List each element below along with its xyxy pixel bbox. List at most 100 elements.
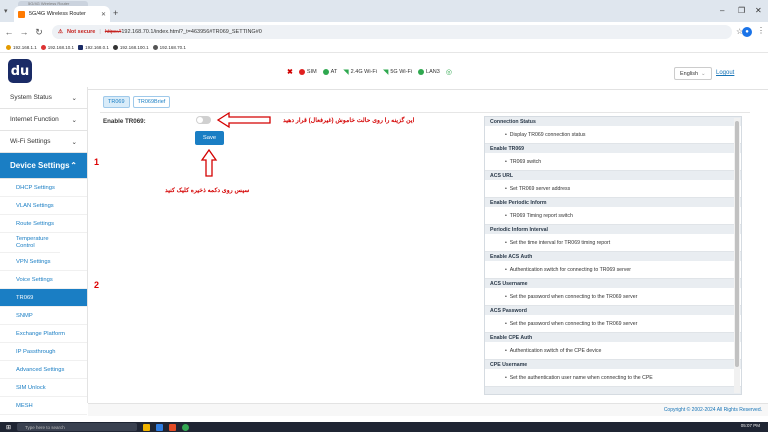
bookmark-icon xyxy=(6,44,11,50)
save-button[interactable]: Save xyxy=(195,131,224,145)
content-divider xyxy=(100,112,750,113)
help-desc: • TR069 Timing report switch xyxy=(485,207,741,225)
bookmark-icon xyxy=(112,44,118,50)
sidebar-item-advanced[interactable]: Advanced Settings xyxy=(0,361,87,379)
forward-icon[interactable]: → xyxy=(18,27,30,37)
help-title: CPE Username xyxy=(490,362,528,368)
app-icon[interactable] xyxy=(169,423,177,431)
tab-search-icon[interactable]: ▾ xyxy=(4,7,8,15)
help-desc: • Set TR069 server address xyxy=(485,180,741,198)
help-title: ACS URL xyxy=(490,173,514,179)
bookmark-item[interactable]: 192.168.1.1 xyxy=(6,44,37,50)
not-secure-warning-icon[interactable]: ⚠ xyxy=(58,29,63,35)
chevron-up-icon: ⌃ xyxy=(70,161,77,170)
annotation-number-1: 1 xyxy=(94,157,100,167)
tab-tr069[interactable]: TR069 xyxy=(103,96,130,108)
bookmark-icon xyxy=(78,44,84,50)
annotation-number-2: 2 xyxy=(94,280,100,290)
bookmark-item[interactable]: 192.168.0.1 xyxy=(78,44,109,50)
windows-taskbar: ⊞ Type here to search 05:07 PM xyxy=(0,422,768,432)
sidebar-item-temperature[interactable]: Temperature Control xyxy=(0,233,60,253)
bookmark-item[interactable]: 192.168.100.1 xyxy=(112,44,149,50)
tab-tr069brief[interactable]: TR069Brief xyxy=(132,96,171,108)
annotation-text-1: این گزینه را روی حالت خاموش (غیرفعال) قر… xyxy=(283,117,415,124)
chrome-icon[interactable] xyxy=(182,423,190,431)
status-lan: LAN3 xyxy=(418,69,440,75)
annotation-arrow-up-icon xyxy=(200,148,218,177)
du-logo: du xyxy=(8,59,32,83)
sidebar-item-tr069[interactable]: TR069 xyxy=(0,289,87,307)
logout-link[interactable]: Logout xyxy=(716,70,734,76)
close-tab-icon[interactable]: ✕ xyxy=(101,11,106,18)
chevron-down-icon: ⌄ xyxy=(71,138,77,146)
help-title: Enable TR069 xyxy=(490,146,525,152)
new-tab-button[interactable]: + xyxy=(113,8,118,18)
help-title: Enable ACS Auth xyxy=(490,254,533,260)
browser-menu-icon[interactable]: ⋮ xyxy=(757,26,765,35)
bookmark-icon xyxy=(40,44,46,50)
help-desc: • Display TR069 connection status xyxy=(485,126,741,144)
help-desc: • Set the time interval for TR069 timing… xyxy=(485,234,741,252)
sim-status-dot-icon xyxy=(298,69,305,75)
help-title: Periodic Inform Interval xyxy=(490,227,548,233)
status-wifi-24: ◥ 2.4G Wi-Fi xyxy=(343,69,377,76)
sidebar-item-ip-passthrough[interactable]: IP Passthrough xyxy=(0,343,87,361)
sidebar: System Status ⌄ Internet Function ⌄ Wi-Fi … xyxy=(0,87,88,415)
security-label[interactable]: Not secure xyxy=(67,29,95,35)
at-status-dot-icon xyxy=(322,69,329,75)
bookmark-item[interactable]: 192.168.10.1 xyxy=(40,44,74,50)
help-scrollbar[interactable] xyxy=(734,118,740,393)
file-explorer-icon[interactable] xyxy=(143,423,151,431)
sidebar-item-exchange-platform[interactable]: Exchange Platform xyxy=(0,325,87,343)
annotation-arrow-left-icon xyxy=(216,111,271,129)
reload-icon[interactable]: ↻ xyxy=(33,27,45,38)
profile-avatar[interactable]: ● xyxy=(742,27,752,37)
restore-icon[interactable]: ❐ xyxy=(738,6,745,15)
sidebar-item-dhcp[interactable]: DHCP Settings xyxy=(0,179,87,197)
sidebar-item-snmp[interactable]: SNMP xyxy=(0,307,87,325)
favicon-icon xyxy=(18,10,25,18)
edge-icon[interactable] xyxy=(156,423,164,431)
url-path: 192.168.70.1/index.html?_t=463956#TR069_… xyxy=(121,29,262,35)
sidebar-item-mesh[interactable]: MESH xyxy=(0,397,87,415)
wifi-icon: ◥ xyxy=(343,69,349,76)
help-desc: • TR069 switch xyxy=(485,153,741,171)
help-title: Enable CPE Auth xyxy=(490,335,533,341)
scrollbar-thumb[interactable] xyxy=(735,121,739,367)
close-window-icon[interactable]: ✕ xyxy=(755,6,762,15)
back-icon[interactable]: ← xyxy=(3,27,15,37)
address-bar[interactable]: ⚠ Not secure | https://192.168.70.1/inde… xyxy=(52,25,732,39)
help-title: Connection Status xyxy=(490,119,536,125)
sidebar-item-vlan[interactable]: VLAN Settings xyxy=(0,197,87,215)
chevron-down-icon: ⌄ xyxy=(701,70,706,77)
taskbar-search[interactable]: Type here to search xyxy=(17,423,138,431)
whatsapp-icon[interactable]: ◎ xyxy=(446,68,452,76)
status-bar: ✖ SIM AT ◥ 2.4G Wi-Fi ◥ 5G Wi-Fi LAN3 ◎ xyxy=(287,68,452,76)
minimize-icon[interactable]: – xyxy=(720,6,724,15)
sidebar-item-sim-unlock[interactable]: SIM Unlock xyxy=(0,379,87,397)
help-desc: • Authentication switch of the CPE devic… xyxy=(485,342,741,360)
enable-tr069-label: Enable TR069: xyxy=(103,118,146,125)
chevron-down-icon: ⌄ xyxy=(71,94,77,102)
sidebar-item-voice[interactable]: Voice Settings xyxy=(0,271,87,289)
language-select[interactable]: English ⌄ xyxy=(674,67,712,80)
sidebar-menu-wifi-settings[interactable]: Wi-Fi Settings ⌄ xyxy=(0,131,87,153)
browser-tab[interactable]: 5G/4G Wireless Router ✕ xyxy=(14,6,110,22)
help-title: ACS Password xyxy=(490,308,527,314)
status-at: AT xyxy=(322,69,337,75)
wifi-icon: ◥ xyxy=(382,69,389,76)
sidebar-item-route[interactable]: Route Settings xyxy=(0,215,87,233)
help-title: ACS Username xyxy=(490,281,528,287)
sidebar-menu-device-settings[interactable]: Device Settings ⌃ xyxy=(0,153,87,179)
lan-status-dot-icon xyxy=(418,69,425,75)
windows-start-icon[interactable]: ⊞ xyxy=(6,424,11,431)
help-panel: Connection Status • Display TR069 connec… xyxy=(484,116,742,395)
enable-tr069-toggle[interactable] xyxy=(196,116,211,124)
annotation-text-2: سپس روی دکمه ذخیره کلیک کنید xyxy=(165,187,250,194)
sidebar-menu-internet-function[interactable]: Internet Function ⌄ xyxy=(0,109,87,131)
sidebar-item-vpn[interactable]: VPN Settings xyxy=(0,253,87,271)
help-desc: • Set the password when connecting to th… xyxy=(485,315,741,333)
sidebar-menu-system-status[interactable]: System Status ⌄ xyxy=(0,87,87,109)
sim-x-icon: ✖ xyxy=(287,69,293,76)
bookmark-item[interactable]: 192.168.70.1 xyxy=(152,44,186,50)
